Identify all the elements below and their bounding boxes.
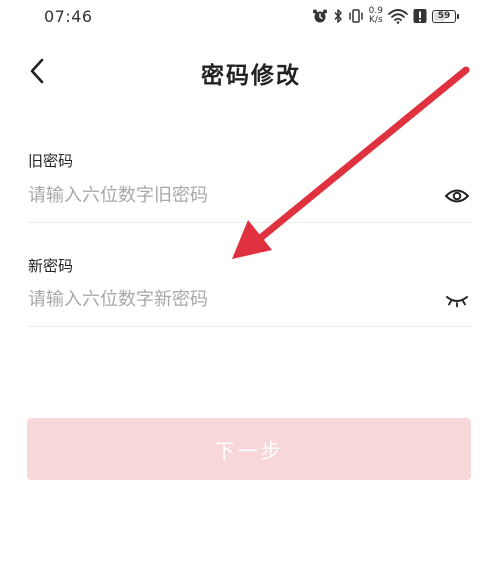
bluetooth-icon bbox=[333, 8, 343, 24]
status-bar: 07:46 0.9 K/s 59 bbox=[0, 0, 502, 34]
old-password-input[interactable] bbox=[28, 178, 418, 212]
page-title: 密码修改 bbox=[201, 63, 301, 89]
new-password-visibility-toggle[interactable] bbox=[442, 286, 472, 314]
eye-open-icon bbox=[445, 189, 469, 203]
wifi-icon bbox=[388, 8, 408, 24]
net-speed-unit: K/s bbox=[369, 15, 383, 25]
password-change-screen: 07:46 0.9 K/s 59 密码修改 旧密码 新密码 下一步 bbox=[0, 0, 502, 573]
battery-icon: 59 bbox=[432, 9, 459, 23]
new-password-input[interactable] bbox=[28, 282, 418, 316]
next-button[interactable]: 下一步 bbox=[27, 418, 471, 480]
old-password-label: 旧密码 bbox=[28, 152, 74, 170]
new-password-row bbox=[28, 276, 472, 327]
old-password-visibility-toggle[interactable] bbox=[442, 182, 472, 210]
battery-level: 59 bbox=[437, 11, 451, 21]
old-password-row bbox=[28, 172, 472, 223]
vibrate-icon bbox=[348, 8, 364, 24]
alarm-icon bbox=[312, 8, 328, 24]
net-speed: 0.9 K/s bbox=[369, 7, 383, 25]
alert-icon bbox=[413, 8, 427, 24]
status-icons: 0.9 K/s 59 bbox=[312, 5, 459, 27]
status-time: 07:46 bbox=[44, 7, 93, 26]
new-password-label: 新密码 bbox=[28, 257, 74, 275]
eye-closed-icon bbox=[446, 296, 468, 308]
header: 密码修改 bbox=[0, 44, 502, 100]
